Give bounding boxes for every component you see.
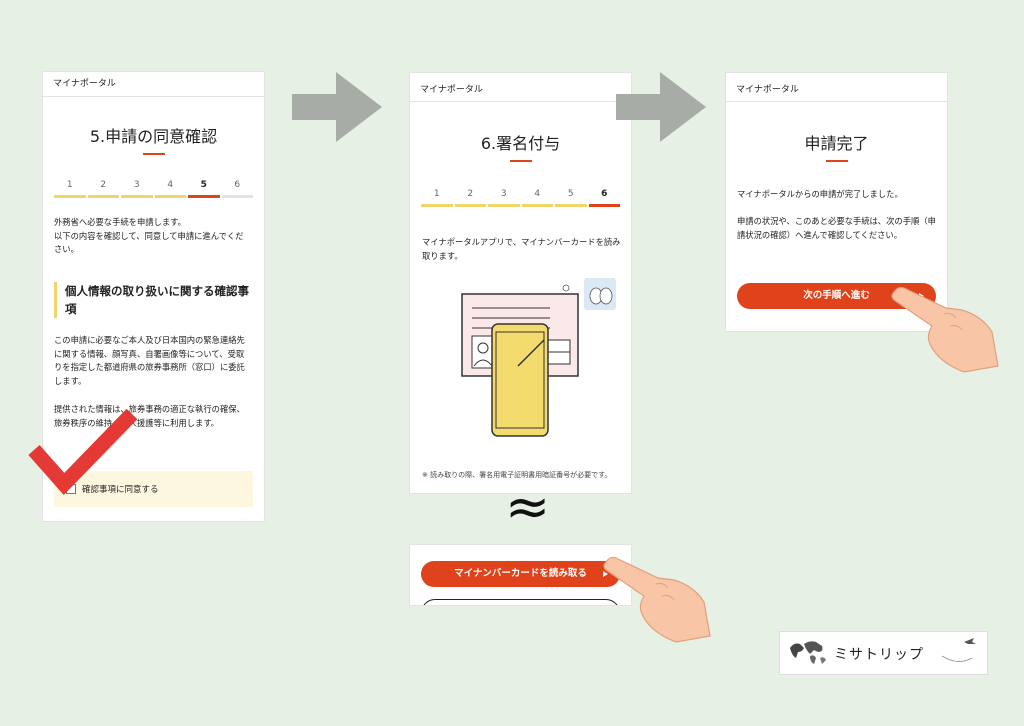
intro-text: マイナポータルアプリで、マイナンバーカードを読み取ります。 <box>422 237 621 261</box>
portal-header: マイナポータル <box>410 73 631 102</box>
portal-header: マイナポータル <box>726 73 947 102</box>
title-underline <box>825 160 848 162</box>
title-underline <box>142 153 165 155</box>
step-indicator: 1 2 3 4 5 6 <box>420 189 621 207</box>
page-title: 申請完了 <box>804 134 869 153</box>
step-6: 6 <box>588 189 620 207</box>
world-map-icon <box>790 641 826 664</box>
step-2: 2 <box>454 189 486 207</box>
next-steps-text: 申請の状況や、このあと必要な手続は、次の手順（申請状況の確認）へ進んで確認してく… <box>737 216 936 240</box>
step-5: 5 <box>555 189 587 207</box>
step-indicator: 1 2 3 4 5 6 <box>53 180 254 198</box>
page-title: 6.署名付与 <box>480 134 561 153</box>
step-1: 1 <box>421 189 453 207</box>
step-5: 5 <box>188 180 220 198</box>
brand-logo: ミサトリップ <box>780 632 987 674</box>
step-6: 6 <box>221 180 253 198</box>
ellipsis-symbol: ≈ <box>505 475 551 538</box>
intro-text: 外務省へ必要な手続を申請します。 以下の内容を確認して、同意して申請に進んでくだ… <box>54 217 244 254</box>
step-2: 2 <box>87 180 119 198</box>
pointing-hand-icon <box>891 286 999 373</box>
read-card-button[interactable]: マイナンバーカードを読み取る <box>421 561 620 587</box>
title-underline <box>509 160 532 162</box>
section-heading: 個人情報の取り扱いに関する確認事項 <box>54 282 255 318</box>
read-card-label: マイナンバーカードを読み取る <box>454 568 587 579</box>
step-3: 3 <box>488 189 520 207</box>
step-1: 1 <box>54 180 86 198</box>
pointing-hand-icon <box>603 556 711 643</box>
next-step-label: 次の手順へ進む <box>803 290 870 301</box>
step-4: 4 <box>521 189 553 207</box>
step-4: 4 <box>154 180 186 198</box>
page-title: 5.申請の同意確認 <box>89 127 218 146</box>
complete-text: マイナポータルからの申請が完了しました。 <box>737 189 903 199</box>
airplane-icon <box>941 638 976 662</box>
arrow-right-icon <box>616 72 706 142</box>
panel-signature: マイナポータル 6.署名付与 1 2 3 4 5 6 マイナポータルアプリで、マ… <box>410 73 631 493</box>
secondary-button[interactable] <box>421 599 620 605</box>
arrow-right-icon <box>292 72 382 142</box>
paragraph-1: この申請に必要なご本人及び日本国内の緊急連絡先に関する情報、顔写真、自署画像等に… <box>54 335 245 386</box>
portal-header: マイナポータル <box>43 72 264 97</box>
mynumber-card-illustration <box>461 278 616 437</box>
step-3: 3 <box>121 180 153 198</box>
brand-name: ミサトリップ <box>834 647 924 663</box>
checkmark-icon <box>28 408 138 496</box>
